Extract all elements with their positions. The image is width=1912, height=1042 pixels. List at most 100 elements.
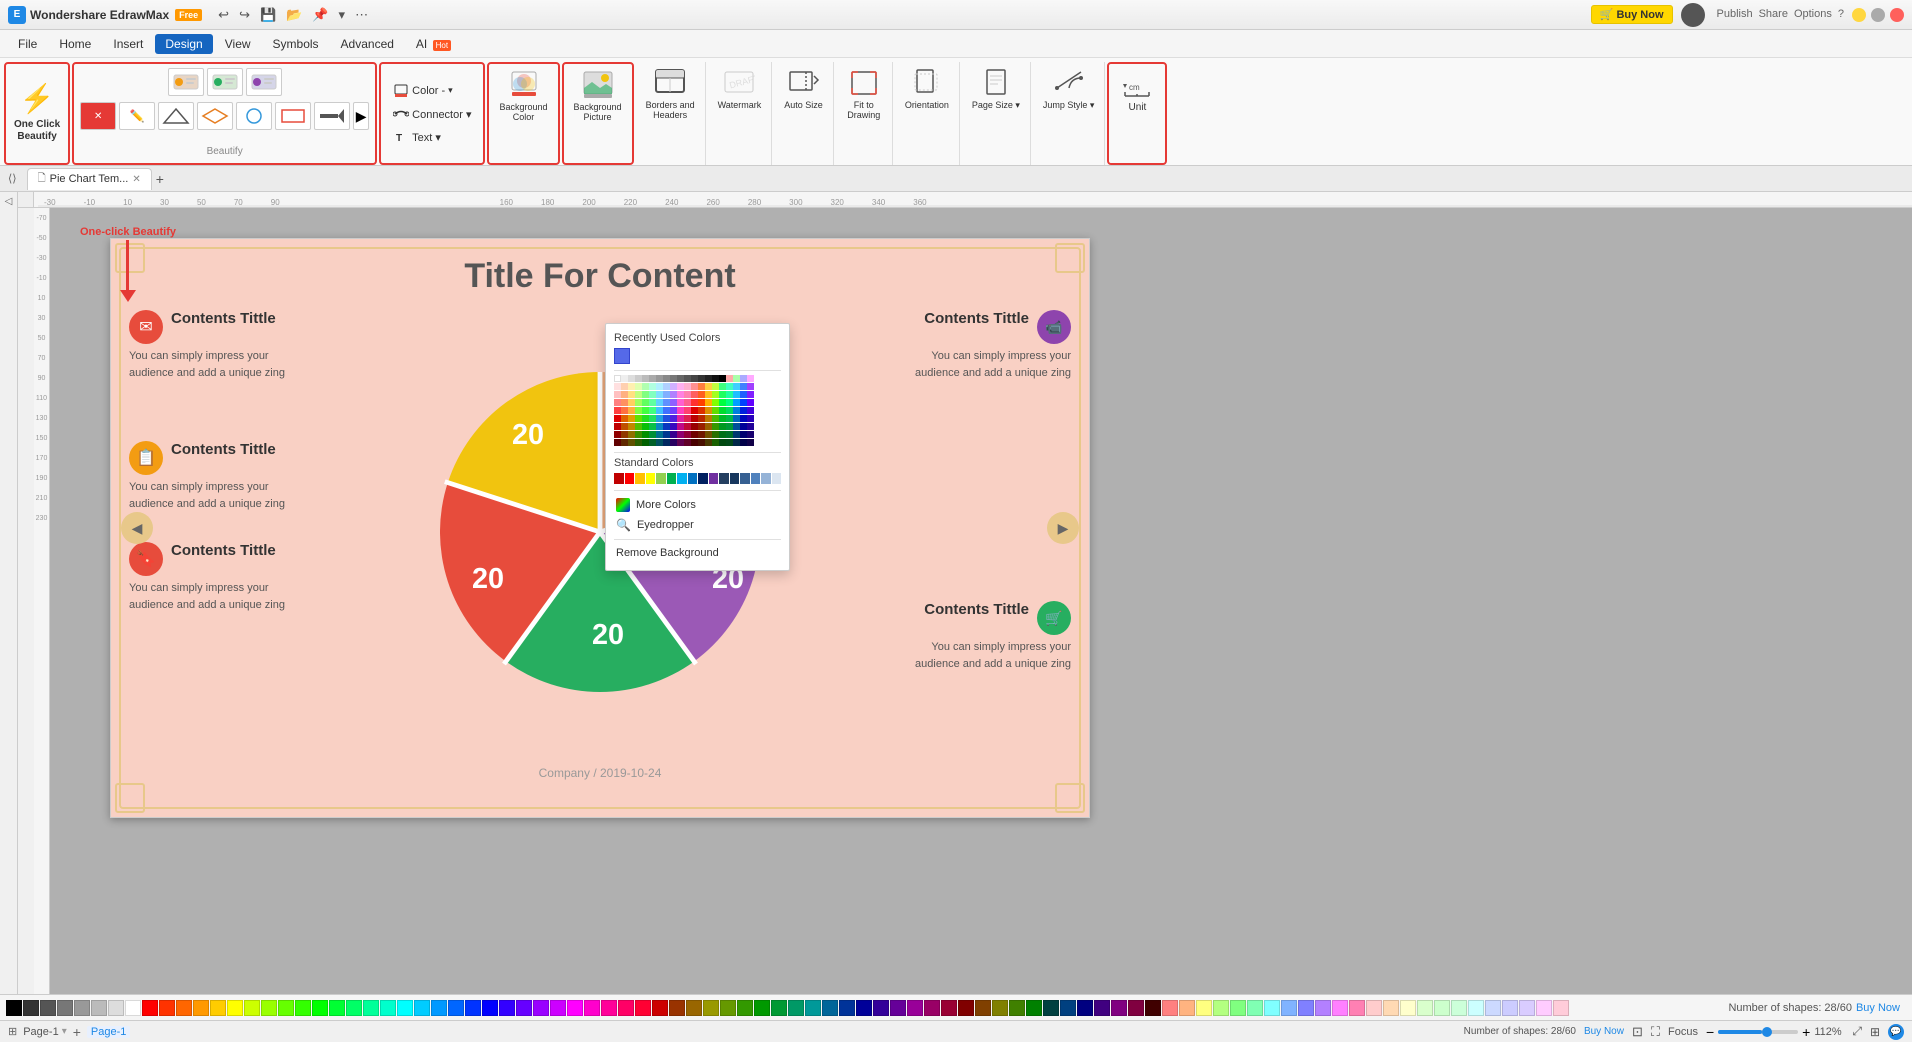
color-cell[interactable] xyxy=(670,407,677,414)
palette-color-49[interactable] xyxy=(839,1000,855,1016)
color-cell[interactable] xyxy=(726,431,733,438)
palette-color-14[interactable] xyxy=(244,1000,260,1016)
palette-color-70[interactable] xyxy=(1196,1000,1212,1016)
color-cell[interactable] xyxy=(705,391,712,398)
color-button[interactable]: Color - ▾ xyxy=(389,82,475,100)
palette-color-3[interactable] xyxy=(57,1000,73,1016)
palette-color-38[interactable] xyxy=(652,1000,668,1016)
background-color-button[interactable]: BackgroundColor xyxy=(495,68,551,124)
color-cell[interactable] xyxy=(635,431,642,438)
undo-button[interactable]: ↩ xyxy=(214,5,233,25)
palette-color-47[interactable] xyxy=(805,1000,821,1016)
palette-color-84[interactable] xyxy=(1434,1000,1450,1016)
color-cell[interactable] xyxy=(649,423,656,430)
color-cell[interactable] xyxy=(670,439,677,446)
palette-color-29[interactable] xyxy=(499,1000,515,1016)
color-cell[interactable] xyxy=(677,423,684,430)
palette-color-75[interactable] xyxy=(1281,1000,1297,1016)
color-cell[interactable] xyxy=(705,431,712,438)
color-cell[interactable] xyxy=(635,415,642,422)
color-cell[interactable] xyxy=(614,415,621,422)
color-cell[interactable] xyxy=(719,407,726,414)
palette-color-81[interactable] xyxy=(1383,1000,1399,1016)
color-cell[interactable] xyxy=(712,415,719,422)
color-cell[interactable] xyxy=(649,431,656,438)
close-button[interactable] xyxy=(1890,8,1904,22)
color-cell[interactable] xyxy=(726,423,733,430)
palette-color-36[interactable] xyxy=(618,1000,634,1016)
std-purple[interactable] xyxy=(709,473,719,484)
std-orange[interactable] xyxy=(635,473,645,484)
color-cell[interactable] xyxy=(670,423,677,430)
color-cell[interactable] xyxy=(621,383,628,390)
color-cell[interactable] xyxy=(656,391,663,398)
color-cell[interactable] xyxy=(684,391,691,398)
color-cell[interactable] xyxy=(635,439,642,446)
palette-color-34[interactable] xyxy=(584,1000,600,1016)
color-cell[interactable] xyxy=(621,431,628,438)
palette-color-24[interactable] xyxy=(414,1000,430,1016)
palette-color-50[interactable] xyxy=(856,1000,872,1016)
palette-color-64[interactable] xyxy=(1094,1000,1110,1016)
color-cell[interactable] xyxy=(712,439,719,446)
std-dark-blue[interactable] xyxy=(719,473,729,484)
palette-color-33[interactable] xyxy=(567,1000,583,1016)
pin-button[interactable]: 📌 xyxy=(308,5,332,25)
color-cell[interactable] xyxy=(719,423,726,430)
color-g2[interactable] xyxy=(628,375,635,382)
color-cell[interactable] xyxy=(733,431,740,438)
color-cell[interactable] xyxy=(719,383,726,390)
palette-color-13[interactable] xyxy=(227,1000,243,1016)
palette-color-27[interactable] xyxy=(465,1000,481,1016)
color-cell[interactable] xyxy=(733,383,740,390)
menu-ai[interactable]: AI Hot xyxy=(406,34,461,54)
palette-color-79[interactable] xyxy=(1349,1000,1365,1016)
color-cell[interactable] xyxy=(684,399,691,406)
panel-collapse-arrow[interactable]: ◁ xyxy=(5,196,13,207)
color-cell[interactable] xyxy=(649,391,656,398)
color-cell[interactable] xyxy=(740,415,747,422)
color-cell[interactable] xyxy=(698,399,705,406)
color-cell[interactable] xyxy=(698,439,705,446)
color-gc[interactable] xyxy=(698,375,705,382)
color-cell[interactable] xyxy=(733,391,740,398)
palette-color-62[interactable] xyxy=(1060,1000,1076,1016)
color-g6[interactable] xyxy=(656,375,663,382)
color-cell[interactable] xyxy=(684,383,691,390)
color-cell[interactable] xyxy=(747,391,754,398)
color-white[interactable] xyxy=(614,375,621,382)
color-cell[interactable] xyxy=(691,383,698,390)
palette-color-17[interactable] xyxy=(295,1000,311,1016)
color-gb[interactable] xyxy=(691,375,698,382)
color-cell[interactable] xyxy=(663,439,670,446)
color-cell[interactable] xyxy=(698,383,705,390)
color-cell[interactable] xyxy=(642,423,649,430)
std-yellow[interactable] xyxy=(646,473,656,484)
color-cell[interactable] xyxy=(740,423,747,430)
palette-color-1[interactable] xyxy=(23,1000,39,1016)
nav-arrow-right[interactable]: ▶ xyxy=(1047,512,1079,544)
color-cell[interactable] xyxy=(712,423,719,430)
palette-color-39[interactable] xyxy=(669,1000,685,1016)
palette-color-55[interactable] xyxy=(941,1000,957,1016)
palette-color-48[interactable] xyxy=(822,1000,838,1016)
color-black[interactable] xyxy=(719,375,726,382)
zoom-out-button[interactable]: − xyxy=(1706,1024,1714,1040)
palette-color-46[interactable] xyxy=(788,1000,804,1016)
beautify-btn-5[interactable]: ✏️ xyxy=(119,102,155,130)
color-cell[interactable] xyxy=(663,415,670,422)
color-cell[interactable] xyxy=(642,431,649,438)
color-cell[interactable] xyxy=(705,399,712,406)
palette-color-89[interactable] xyxy=(1519,1000,1535,1016)
color-cell[interactable] xyxy=(621,399,628,406)
color-cell[interactable] xyxy=(635,407,642,414)
palette-color-77[interactable] xyxy=(1315,1000,1331,1016)
zoom-in-button[interactable]: + xyxy=(1802,1024,1810,1040)
color-cell[interactable] xyxy=(691,423,698,430)
nav-arrow-left[interactable]: ◀ xyxy=(121,512,153,544)
help-label[interactable]: ? xyxy=(1838,8,1844,22)
color-cell[interactable] xyxy=(691,431,698,438)
color-cell[interactable] xyxy=(663,407,670,414)
remove-background-action[interactable]: Remove Background xyxy=(614,544,781,562)
color-cell[interactable] xyxy=(649,407,656,414)
